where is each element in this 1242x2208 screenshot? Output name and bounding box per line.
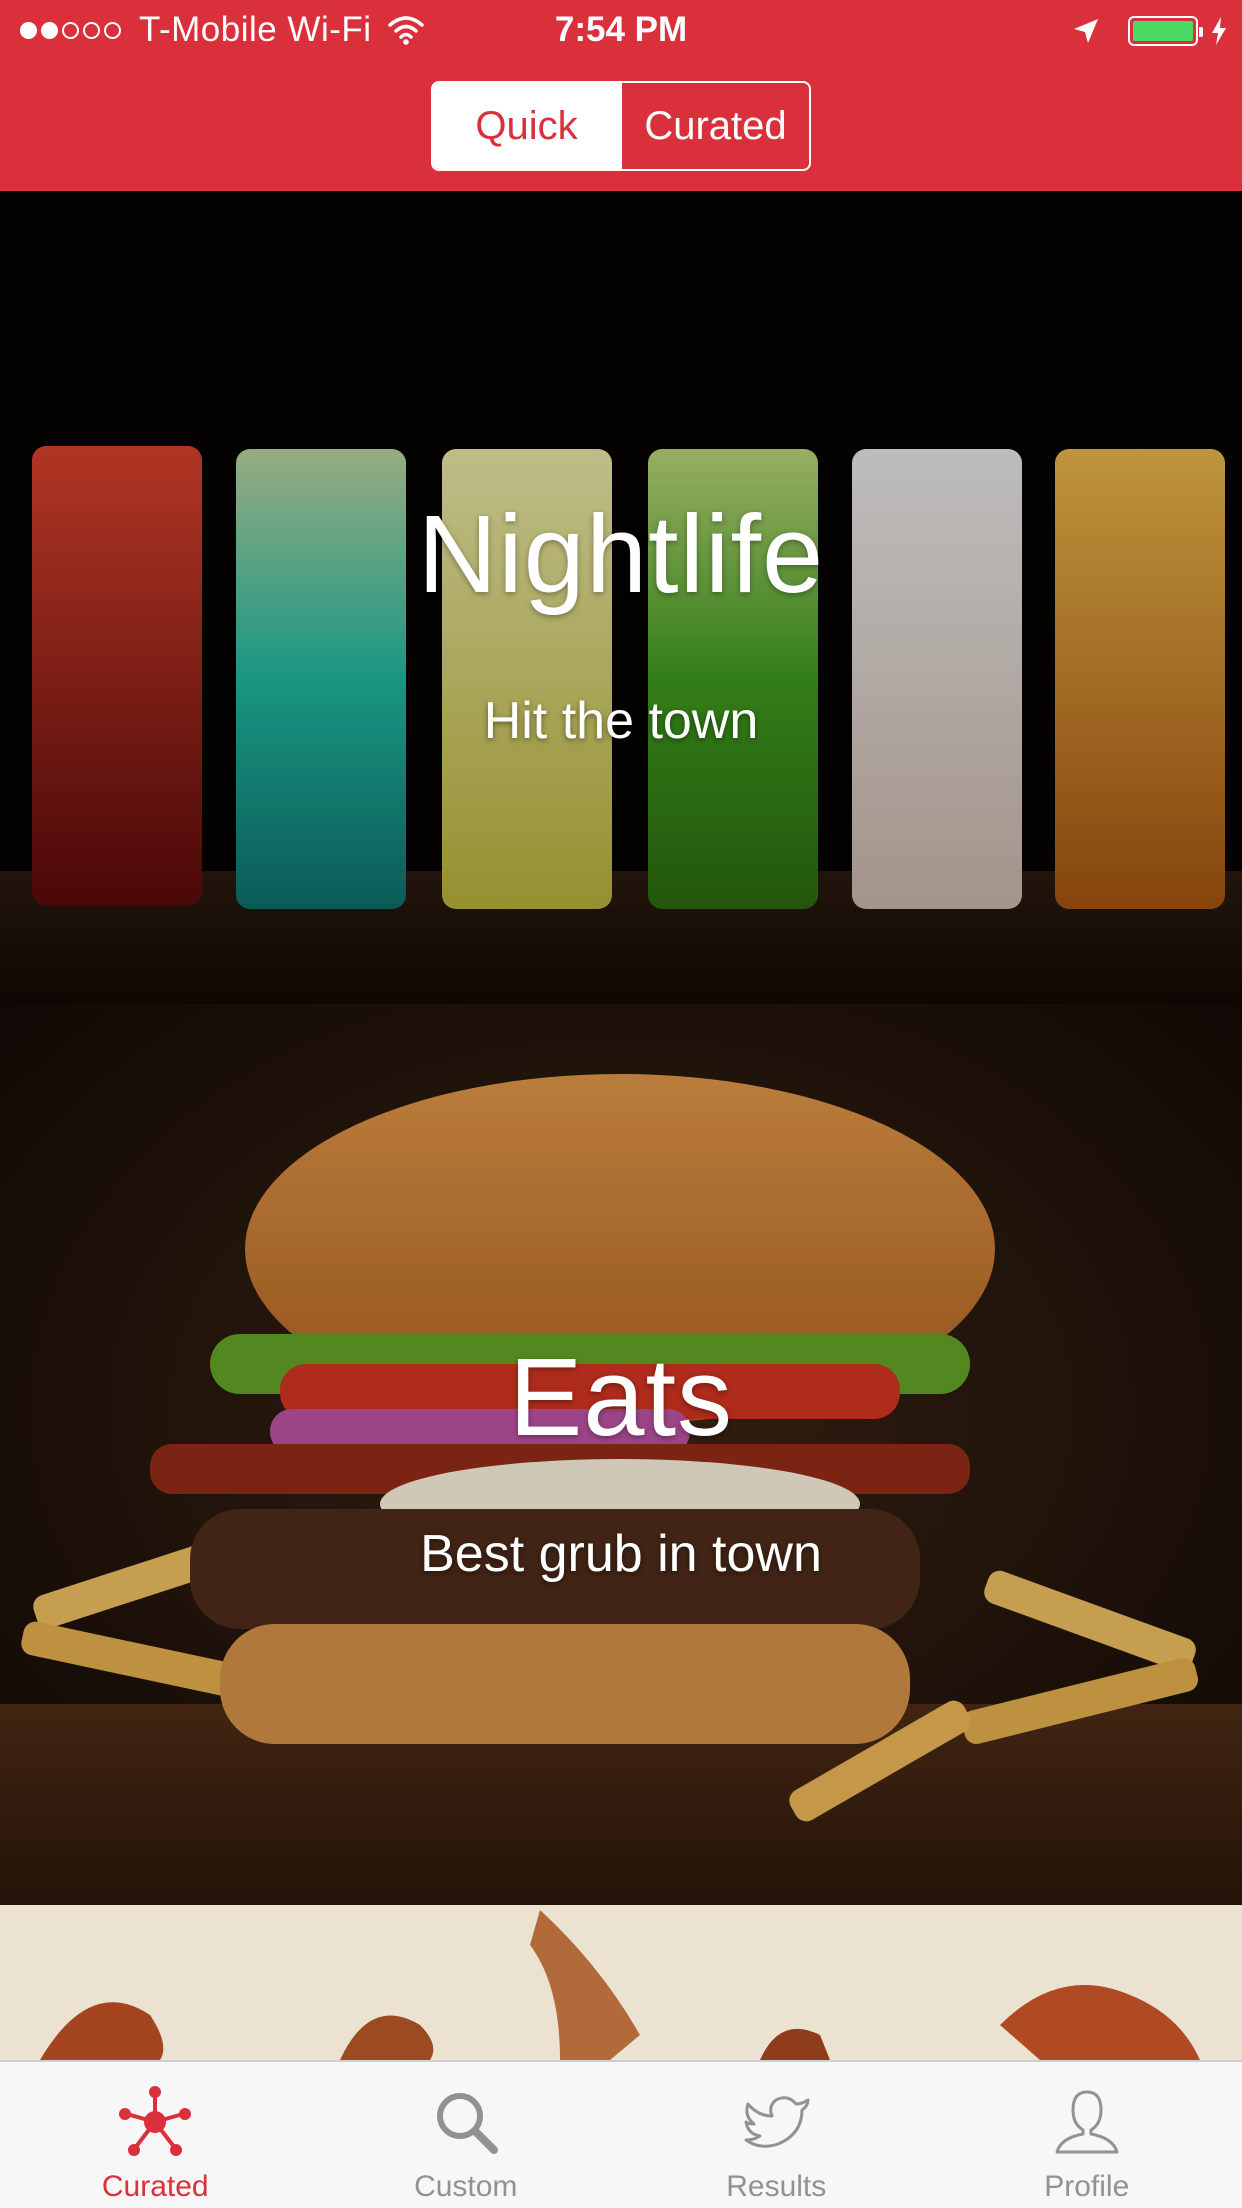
status-time: 7:54 PM xyxy=(554,10,688,49)
category-card-partial[interactable] xyxy=(0,1905,1242,2060)
bird-icon xyxy=(744,2096,810,2148)
segment-quick[interactable]: Quick xyxy=(433,83,620,169)
tab-curated[interactable]: Curated xyxy=(0,2062,311,2208)
tab-label: Profile xyxy=(1044,2170,1130,2203)
battery-level xyxy=(1133,21,1193,41)
battery-icon xyxy=(1128,16,1203,46)
card-title: Nightlife xyxy=(417,493,825,616)
category-card-nightlife[interactable]: Nightlife Hit the town xyxy=(0,191,1242,1004)
category-card-eats[interactable]: Eats Best grub in town xyxy=(0,1004,1242,1905)
tab-results[interactable]: Results xyxy=(621,2062,932,2208)
battery-cap xyxy=(1199,27,1203,37)
segment-curated[interactable]: Curated xyxy=(620,83,809,169)
tab-label: Curated xyxy=(101,2170,209,2203)
mode-segmented-control: Quick Curated xyxy=(431,81,811,171)
person-icon xyxy=(1055,2090,1119,2154)
status-bar: T-Mobile Wi-Fi 7:54 PM xyxy=(0,0,1242,60)
tab-custom[interactable]: Custom xyxy=(311,2062,622,2208)
tab-label: Custom xyxy=(414,2170,518,2203)
category-feed[interactable]: Nightlife Hit the town Eats Best grub in… xyxy=(0,191,1242,2060)
status-right xyxy=(1072,10,1228,52)
tab-profile[interactable]: Profile xyxy=(932,2062,1242,2208)
card-subtitle: Best grub in town xyxy=(420,1525,822,1583)
network-icon xyxy=(119,2086,192,2156)
tab-label: Results xyxy=(726,2170,827,2203)
location-arrow-icon xyxy=(1074,19,1098,43)
app-header: T-Mobile Wi-Fi 7:54 PM Quick Curated xyxy=(0,0,1242,191)
tab-bar: Curated Custom Results Profile xyxy=(0,2060,1242,2208)
food-image xyxy=(0,1905,1242,2060)
card-title: Eats xyxy=(508,1336,734,1459)
charging-bolt-icon xyxy=(1212,17,1226,45)
search-icon xyxy=(436,2093,498,2154)
card-subtitle: Hit the town xyxy=(483,692,759,750)
